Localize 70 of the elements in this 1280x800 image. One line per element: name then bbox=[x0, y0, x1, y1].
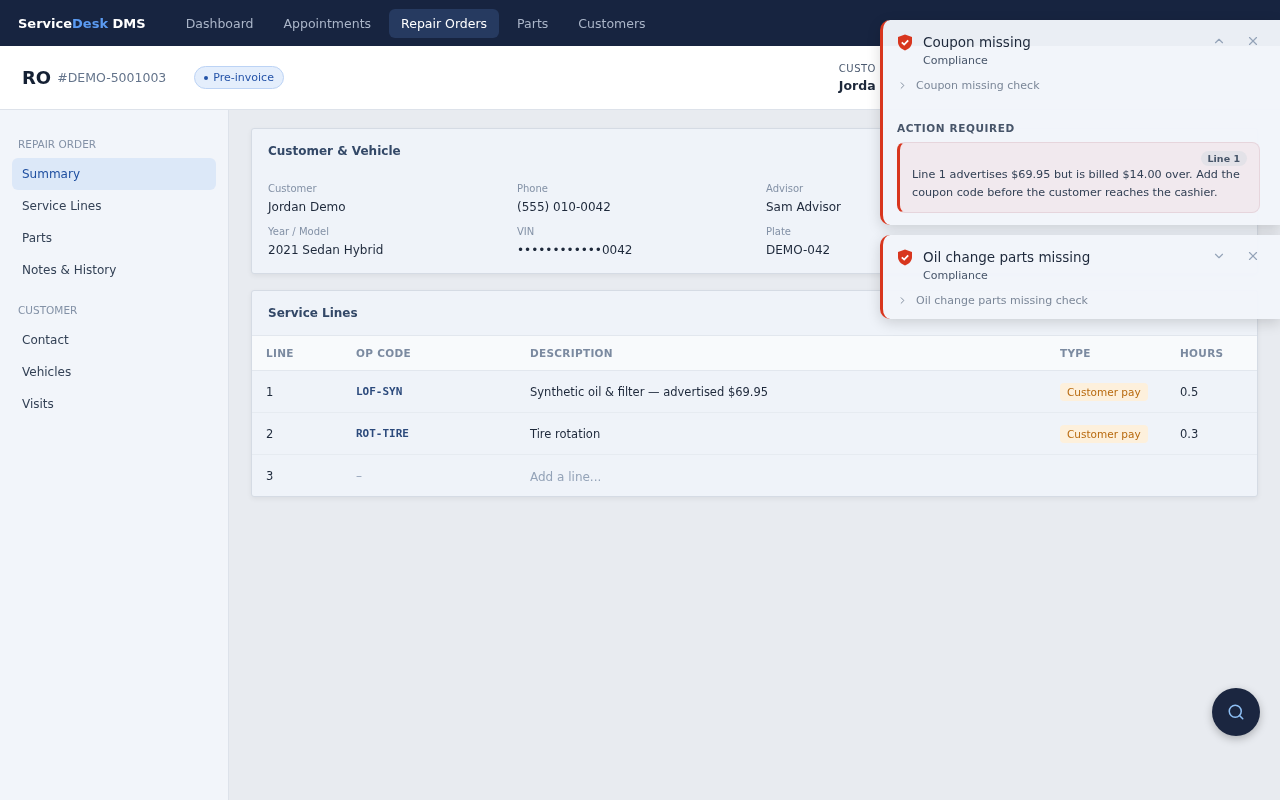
customer-name: Jorda bbox=[838, 77, 876, 93]
nav-tab[interactable]: Customers bbox=[566, 8, 658, 38]
brand-text: DMS bbox=[111, 15, 146, 31]
table-cell-text: – bbox=[355, 468, 363, 483]
line-tag: Line 1 bbox=[1200, 151, 1247, 166]
table-cell-text: Tire rotation bbox=[529, 426, 602, 441]
card-title: Service Lines bbox=[268, 306, 358, 320]
sidebar-item[interactable]: Contact bbox=[12, 324, 216, 356]
toast-category: Compliance bbox=[923, 269, 989, 282]
section-title: CUSTOMER bbox=[17, 303, 79, 318]
sidebar-item[interactable]: Summary bbox=[12, 158, 216, 190]
column-header: DESCRIPTION bbox=[529, 346, 614, 361]
add-line-field[interactable]: Add a line... bbox=[530, 470, 830, 484]
sidebar-item[interactable]: Vehicles bbox=[12, 356, 216, 388]
search-icon bbox=[1227, 703, 1245, 721]
field-label: Customer bbox=[268, 183, 317, 194]
field-value: (555) 010-0042 bbox=[517, 200, 611, 214]
field-value: Jordan Demo bbox=[268, 200, 346, 214]
card-title: Customer & Vehicle bbox=[268, 144, 401, 158]
op-code: ROT-TIRE bbox=[355, 427, 410, 440]
toast-title: Oil change parts missing bbox=[923, 249, 1092, 265]
action-heading: ACTION REQUIRED bbox=[897, 122, 1016, 134]
shield-check-icon bbox=[897, 249, 913, 266]
sidebar-item[interactable]: Parts bbox=[12, 222, 216, 254]
close-button[interactable] bbox=[1246, 34, 1260, 48]
nav-tab[interactable]: Parts bbox=[505, 8, 561, 38]
nav-tab[interactable]: Repair Orders bbox=[389, 8, 500, 38]
nav-tab[interactable]: Dashboard bbox=[173, 8, 266, 38]
table-cell-text: 1 bbox=[265, 384, 275, 399]
sidebar-item[interactable]: Notes & History bbox=[12, 254, 216, 286]
op-code: LOF-SYN bbox=[355, 385, 404, 398]
search-button[interactable] bbox=[1212, 688, 1260, 736]
section-title: REPAIR ORDER bbox=[17, 137, 98, 152]
ro-prefix: RO bbox=[22, 67, 52, 88]
table-cell-text: 0.3 bbox=[1179, 426, 1200, 441]
field-value: Sam Advisor bbox=[766, 200, 842, 214]
field-value: ••••••••••••0042 bbox=[517, 243, 633, 257]
pay-type-tag: Customer pay bbox=[1060, 382, 1148, 401]
field-label: Phone bbox=[517, 183, 548, 194]
shield-check-icon bbox=[897, 34, 913, 51]
brand-text: Desk bbox=[72, 15, 109, 31]
brand-text: Service bbox=[18, 15, 73, 31]
action-text: Line 1 advertises $69.95 but is billed $14.00 over. Add the coupon code before the customer reaches the cashier. bbox=[912, 167, 1241, 201]
table-cell-text: 0.5 bbox=[1179, 384, 1200, 399]
toast-category: Compliance bbox=[923, 54, 989, 67]
field-label: Plate bbox=[766, 226, 791, 237]
table-cell-text: 2 bbox=[265, 426, 275, 441]
field-value: DEMO-042 bbox=[766, 243, 831, 257]
table-cell-text: Synthetic oil & filter — advertised $69.95 bbox=[529, 384, 770, 399]
column-header: TYPE bbox=[1059, 346, 1092, 361]
ro-number: #DEMO-5001003 bbox=[57, 70, 167, 85]
field-label: VIN bbox=[517, 226, 535, 237]
customer-label: CUSTO bbox=[838, 62, 876, 74]
nav-tab[interactable]: Appointments bbox=[271, 8, 384, 38]
field-label: Year / Model bbox=[268, 226, 329, 237]
table-cell-text: 3 bbox=[265, 468, 275, 483]
field-label: Advisor bbox=[766, 183, 804, 194]
status-badge: Pre-invoice bbox=[194, 66, 284, 89]
close-icon bbox=[1246, 34, 1260, 48]
column-header: LINE bbox=[265, 346, 295, 361]
sidebar-item[interactable]: Service Lines bbox=[12, 190, 216, 222]
close-button[interactable] bbox=[1246, 249, 1260, 263]
toast-title: Coupon missing bbox=[923, 34, 1032, 50]
column-header: HOURS bbox=[1179, 346, 1225, 361]
check-toggle[interactable]: Coupon missing check bbox=[897, 79, 1040, 92]
sidebar-item[interactable]: Visits bbox=[12, 388, 216, 420]
pay-type-tag: Customer pay bbox=[1060, 424, 1148, 443]
column-header: OP CODE bbox=[355, 346, 412, 361]
close-icon bbox=[1246, 249, 1260, 263]
field-value: 2021 Sedan Hybrid bbox=[268, 243, 384, 257]
